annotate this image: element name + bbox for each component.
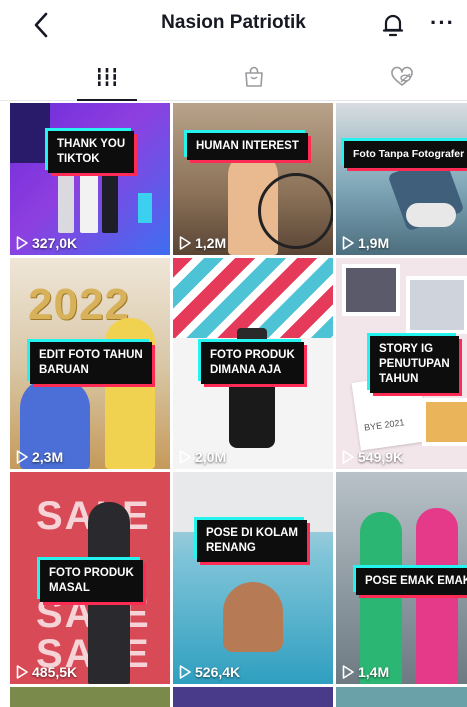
view-count-text: 485,5K	[32, 664, 78, 680]
play-icon	[342, 450, 354, 464]
view-count-text: 327,0K	[32, 235, 78, 251]
video-caption: POSE EMAK EMAK	[356, 568, 467, 595]
view-count-text: 2,3M	[32, 449, 64, 465]
play-icon	[16, 665, 28, 679]
play-icon	[179, 665, 191, 679]
play-icon	[16, 450, 28, 464]
shopping-bag-icon	[245, 66, 263, 87]
person-silhouette	[102, 163, 118, 233]
view-count: 526,4K	[179, 664, 240, 680]
person-silhouette	[416, 508, 458, 684]
view-count: 327,0K	[16, 235, 77, 251]
video-caption: HUMAN INTEREST	[187, 133, 308, 160]
view-count-text: 1,9M	[358, 235, 390, 251]
more-options-button[interactable]: ···	[430, 8, 467, 38]
video-tile[interactable]: THANK YOU TIKTOK 327,0K	[10, 103, 170, 255]
video-tile[interactable]: POSE EMAK EMAK 1,4M	[336, 472, 467, 684]
photo-card	[406, 276, 467, 334]
person-silhouette	[105, 318, 155, 469]
video-tile[interactable]	[336, 687, 467, 707]
tab-videos[interactable]	[52, 54, 162, 101]
view-count-text: 526,4K	[195, 664, 241, 680]
person-silhouette	[223, 582, 283, 652]
video-tile[interactable]	[173, 687, 333, 707]
view-count: 1,2M	[179, 235, 226, 251]
play-icon	[16, 236, 28, 250]
video-tile[interactable]: Foto Tanpa Fotografer 1,9M	[336, 103, 467, 255]
bicycle-wheel	[258, 173, 333, 249]
play-icon	[342, 236, 354, 250]
video-tile[interactable]: FOTO PRODUK DIMANA AJA 2,0M	[173, 258, 333, 469]
video-caption: Foto Tanpa Fotografer	[344, 141, 467, 168]
video-tile[interactable]: 2022 EDIT FOTO TAHUN BARUAN 2,3M	[10, 258, 170, 469]
view-count: 2,0M	[179, 449, 226, 465]
chevron-left-icon	[34, 12, 48, 38]
view-count: 2,3M	[16, 449, 63, 465]
play-icon	[179, 450, 191, 464]
view-count: 485,5K	[16, 664, 77, 680]
shoe	[406, 203, 456, 227]
bell-icon	[382, 14, 404, 37]
view-count: 549,9K	[342, 449, 403, 465]
top-bar: Nasion Patriotik ···	[0, 0, 467, 48]
video-caption: EDIT FOTO TAHUN BARUAN	[30, 342, 152, 384]
photo-card	[422, 398, 467, 446]
tab-liked[interactable]	[347, 54, 457, 100]
view-count-text: 549,9K	[358, 449, 404, 465]
stage-backdrop	[10, 103, 50, 163]
view-count-text: 1,2M	[195, 235, 227, 251]
view-count-text: 2,0M	[195, 449, 227, 465]
video-caption: FOTO PRODUK MASAL	[40, 560, 143, 602]
video-tile[interactable]	[10, 687, 170, 707]
profile-tabs	[0, 54, 467, 101]
view-count: 1,9M	[342, 235, 389, 251]
heart-hidden-icon	[391, 66, 413, 86]
view-count: 1,4M	[342, 664, 389, 680]
photo-card	[342, 264, 400, 316]
notifications-button[interactable]	[378, 10, 408, 40]
person-silhouette	[360, 512, 402, 684]
video-tile[interactable]: HUMAN INTEREST 1,2M	[173, 103, 333, 255]
stage-block	[138, 193, 152, 223]
video-tile[interactable]: BYE 2021 STORY IG PENUTUPAN TAHUN 549,9K	[336, 258, 467, 469]
person-silhouette	[58, 165, 74, 233]
video-caption: THANK YOU TIKTOK	[48, 131, 135, 173]
view-count-text: 1,4M	[358, 664, 390, 680]
video-tile[interactable]: SALE SALE SALE FOTO PRODUK MASAL 485,5K	[10, 472, 170, 684]
play-icon	[179, 236, 191, 250]
video-caption: STORY IG PENUTUPAN TAHUN	[370, 336, 459, 393]
video-caption: FOTO PRODUK DIMANA AJA	[201, 342, 304, 384]
play-icon	[342, 665, 354, 679]
video-caption: POSE DI KOLAM RENANG	[197, 520, 308, 562]
tab-shop[interactable]	[199, 54, 309, 100]
video-tile[interactable]: POSE DI KOLAM RENANG 526,4K	[173, 472, 333, 684]
video-grid: THANK YOU TIKTOK 327,0K HUMAN INTEREST 1…	[10, 103, 467, 707]
back-button[interactable]	[26, 10, 56, 40]
grid-icon	[97, 68, 117, 86]
